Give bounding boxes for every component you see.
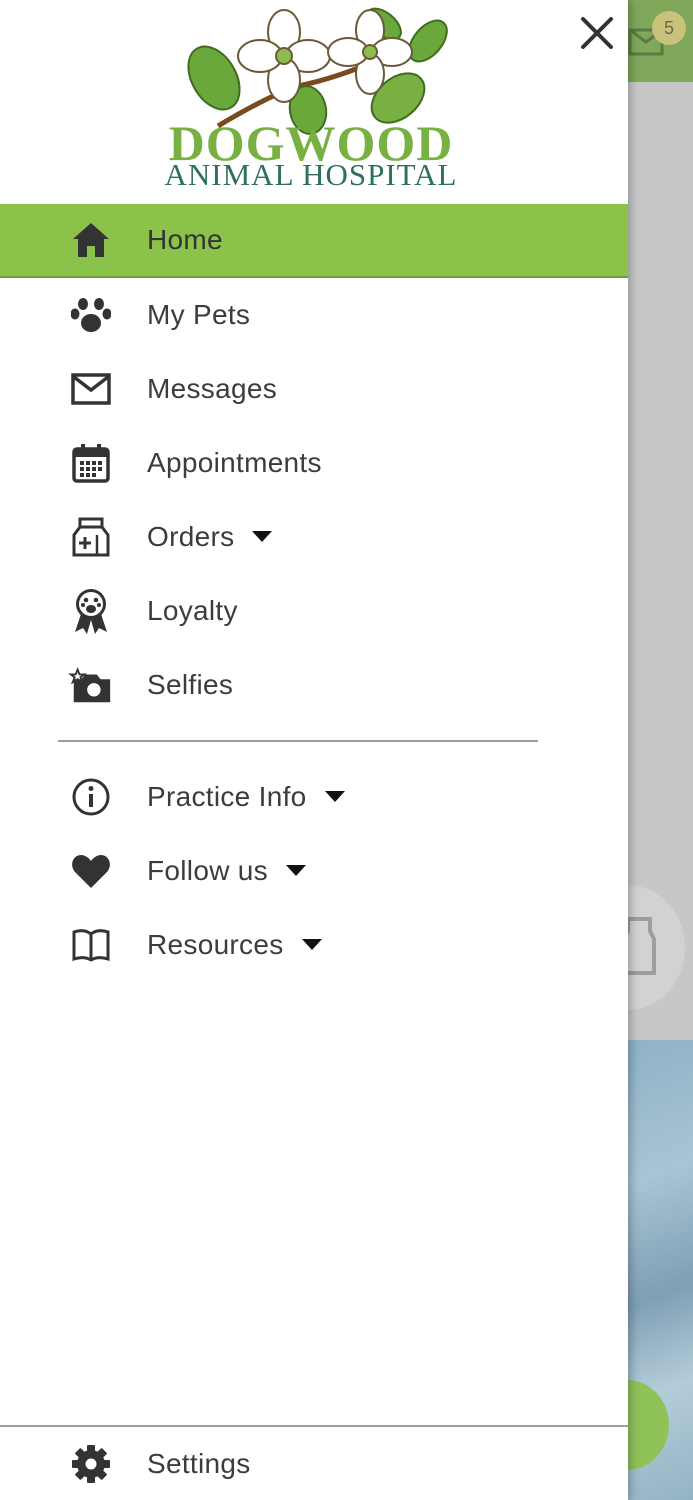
- calendar-icon: [68, 440, 114, 486]
- ribbon-award-icon: [68, 588, 114, 634]
- menu-item-label: Orders: [147, 521, 273, 553]
- drawer-menu: Home My Pets Messages Appointments Order…: [0, 204, 628, 982]
- menu-item-settings[interactable]: Settings: [0, 1427, 628, 1500]
- chevron-down-icon: [285, 865, 306, 877]
- menu-item-messages[interactable]: Messages: [0, 352, 628, 426]
- menu-item-resources[interactable]: Resources: [0, 908, 628, 982]
- medication-jar-icon: [68, 514, 114, 560]
- menu-item-my-pets[interactable]: My Pets: [0, 278, 628, 352]
- chevron-down-icon: [252, 531, 273, 543]
- menu-item-text: Orders: [147, 521, 235, 552]
- heart-icon: [68, 848, 114, 894]
- menu-item-text: Follow us: [147, 855, 268, 886]
- menu-item-label: Appointments: [147, 447, 322, 478]
- menu-item-orders[interactable]: Orders: [0, 500, 628, 574]
- info-icon: [68, 774, 114, 820]
- menu-divider: [58, 740, 538, 742]
- logo-subtitle: ANIMAL HOSPITAL: [164, 157, 458, 192]
- menu-item-practice-info[interactable]: Practice Info: [0, 760, 628, 834]
- menu-item-label: Settings: [147, 1447, 251, 1479]
- menu-item-label: Follow us: [147, 855, 306, 887]
- menu-item-text: Practice Info: [147, 781, 307, 812]
- gear-icon: [68, 1441, 114, 1487]
- menu-item-label: Loyalty: [147, 595, 238, 626]
- notification-badge[interactable]: 5: [652, 11, 686, 45]
- close-icon: [581, 17, 613, 49]
- chevron-down-icon: [324, 791, 345, 803]
- home-icon: [68, 217, 114, 263]
- close-button[interactable]: [574, 10, 620, 56]
- paw-icon: [68, 292, 114, 338]
- menu-item-label: Home: [147, 224, 223, 255]
- camera-star-icon: [68, 662, 114, 708]
- menu-item-label: Resources: [147, 929, 322, 961]
- menu-item-label: Selfies: [147, 669, 234, 700]
- menu-item-text: Resources: [147, 929, 284, 960]
- chevron-down-icon: [301, 939, 322, 951]
- menu-item-appointments[interactable]: Appointments: [0, 426, 628, 500]
- menu-item-follow-us[interactable]: Follow us: [0, 834, 628, 908]
- menu-item-label: Messages: [147, 373, 278, 404]
- book-icon: [68, 922, 114, 968]
- mail-icon: [68, 366, 114, 412]
- navigation-drawer: DOGWOOD ANIMAL HOSPITAL Home My Pets Mes…: [0, 0, 628, 1500]
- menu-item-label: Practice Info: [147, 781, 345, 813]
- menu-item-home[interactable]: Home: [0, 204, 628, 278]
- menu-item-loyalty[interactable]: Loyalty: [0, 574, 628, 648]
- menu-item-label: My Pets: [147, 299, 251, 330]
- logo: DOGWOOD ANIMAL HOSPITAL: [148, 6, 474, 196]
- menu-item-selfies[interactable]: Selfies: [0, 648, 628, 722]
